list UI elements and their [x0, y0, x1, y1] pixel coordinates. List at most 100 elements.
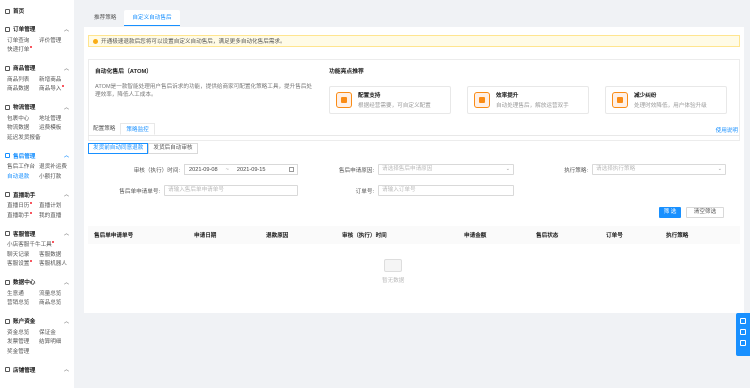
- sidebar-section: 物流管理 ︿ 包裹中心 地址管理 物流数据 运费模板延迟发货报备: [0, 101, 74, 145]
- sidebar-link[interactable]: 奖金管理: [7, 347, 39, 355]
- order-no-input[interactable]: 请输入订单号: [378, 185, 514, 196]
- card-desc: 处理时效降低，用户体验升级: [634, 103, 707, 109]
- sidebar-section-header[interactable]: 账户资金 ︿: [0, 315, 74, 327]
- strategy-select[interactable]: 请选择执行策略 ⌄: [592, 164, 726, 175]
- sidebar-section: 数据中心 ︿ 生意通 流量总览 营销总览 商品总览: [0, 276, 74, 310]
- sidebar-section: 直播助手 ︿ 直播日历 直播计划 直播助手 我的直播: [0, 189, 74, 223]
- sidebar-link[interactable]: 商品列表: [7, 75, 39, 83]
- tab-config-strategy[interactable]: 配置策略: [88, 123, 120, 135]
- sidebar-section: 店铺管理 ︿: [0, 364, 74, 379]
- home-icon: [5, 8, 10, 14]
- sidebar-link[interactable]: 小额打款: [39, 172, 71, 180]
- sidebar-link[interactable]: 直播助手: [7, 211, 39, 219]
- sidebar-link[interactable]: 营销总览: [7, 298, 39, 306]
- sidebar-link[interactable]: 包裹中心: [7, 114, 39, 122]
- calendar-icon: [289, 167, 294, 172]
- order-no-label: 订单号:: [355, 189, 374, 195]
- sidebar-link[interactable]: 评价管理: [39, 36, 71, 44]
- chevron-up-icon: ︿: [63, 367, 69, 373]
- chevron-up-icon: ︿: [63, 65, 69, 72]
- sidebar-link[interactable]: 运费模板: [39, 123, 71, 131]
- sidebar-link[interactable]: 地址管理: [39, 114, 71, 122]
- top-tabs: 推荐策略 自定义自动售后: [86, 10, 180, 26]
- help-icon[interactable]: [740, 340, 746, 346]
- section-title: 物流管理: [13, 105, 36, 111]
- column-header: 执行策略: [666, 233, 689, 239]
- tab-strategy-monitor[interactable]: 策略监控: [120, 123, 155, 135]
- sidebar-section-header[interactable]: 售后管理 ︿: [0, 150, 74, 162]
- date-range-picker[interactable]: 2021-09-08 ~ 2021-09-15: [184, 164, 298, 175]
- sidebar-link[interactable]: 订单查询: [7, 36, 39, 44]
- section-icon: [5, 367, 10, 372]
- sidebar-link[interactable]: 延迟发货报备: [7, 133, 41, 141]
- help-link[interactable]: 使用说明: [716, 126, 738, 134]
- section-icon: [5, 104, 10, 110]
- sidebar-link[interactable]: 结算明细: [39, 337, 71, 345]
- highlight-card-efficiency: 效率提升 自动处理售后，解放运营双手: [467, 86, 589, 114]
- section-title: 商品管理: [13, 66, 36, 72]
- sidebar-link[interactable]: 商品数据: [7, 84, 39, 92]
- sidebar-item-home[interactable]: 首页: [0, 4, 74, 18]
- sidebar-link[interactable]: 我的直播: [39, 211, 71, 219]
- sidebar-section-header[interactable]: 物流管理 ︿: [0, 101, 74, 113]
- sidebar-link[interactable]: 流量总览: [39, 289, 71, 297]
- sidebar-link[interactable]: 快递打单: [7, 45, 39, 53]
- date-start: 2021-09-08: [189, 166, 218, 173]
- sidebar-link[interactable]: 客服设置: [7, 259, 39, 267]
- sidebar-section-header[interactable]: 订单管理 ︿: [0, 23, 74, 35]
- sidebar-link[interactable]: 客服机器人: [39, 259, 71, 267]
- filter-button[interactable]: 筛 选: [659, 207, 681, 218]
- highlight-card-disputes: 减少纠纷 处理时效降低，用户体验升级: [605, 86, 727, 114]
- section-icon: [5, 153, 10, 158]
- sidebar-link[interactable]: 售后工作台: [7, 162, 39, 170]
- sidebar-link[interactable]: 保证金: [39, 328, 71, 336]
- aftersale-no-label: 售后单申请单号:: [119, 189, 160, 195]
- sidebar-link[interactable]: 物流数据: [7, 123, 39, 131]
- sidebar-section-header[interactable]: 商品管理 ︿: [0, 62, 74, 74]
- sidebar-link[interactable]: 商品导入: [39, 84, 71, 92]
- sidebar-section-header[interactable]: 客服管理 ︿: [0, 228, 74, 240]
- sidebar-section-header[interactable]: 直播助手 ︿: [0, 189, 74, 201]
- column-header: 审核（执行）时间: [342, 233, 387, 239]
- empty-text: 暂无数据: [382, 278, 405, 284]
- chevron-up-icon: ︿: [63, 318, 69, 325]
- sidebar-section-header[interactable]: 店铺管理 ︿: [0, 364, 74, 376]
- highlight-card-config: 配置支持 根据经营需要，可自定义配置: [329, 86, 451, 114]
- reason-label: 售后申请原因:: [338, 168, 374, 174]
- tab-recommended-strategy[interactable]: 推荐策略: [86, 10, 124, 26]
- sidebar-link[interactable]: 客服数据: [39, 250, 71, 258]
- sidebar-link[interactable]: 发票管理: [7, 337, 39, 345]
- floating-toolbar: [736, 313, 750, 356]
- sidebar-link[interactable]: 自动退款: [7, 172, 39, 180]
- clear-filter-button[interactable]: 清空筛选: [686, 207, 724, 218]
- atom-title: 自动化售后（ATOM）: [95, 69, 153, 75]
- edit-icon[interactable]: [740, 318, 746, 324]
- notice-text: 开通极速退款后您将可以设置自定义自动售后，满足更多自动化售后需求。: [101, 39, 286, 45]
- sidebar-link[interactable]: 聊天记录: [7, 250, 39, 258]
- sidebar-link[interactable]: 退货补运费: [39, 162, 71, 170]
- sidebar-link[interactable]: 直播日历: [7, 201, 39, 209]
- column-header: 售后单申请单号: [94, 233, 134, 239]
- sidebar-link[interactable]: 生意通: [7, 289, 39, 297]
- sidebar-link[interactable]: 直播计划: [39, 201, 71, 209]
- strategy-subtabs: 配置策略 策略监控: [88, 123, 740, 136]
- sidebar-link[interactable]: 商品总览: [39, 298, 71, 306]
- tab-custom-auto-aftersale[interactable]: 自定义自动售后: [124, 10, 180, 26]
- audit-after-ship-button[interactable]: 发货后自动审核: [148, 143, 198, 154]
- column-header: 售后状态: [536, 233, 559, 239]
- sidebar-section: 客服管理 ︿ 小店客服千牛工具 聊天记录 客服数据 客服设置 客服机器人: [0, 228, 74, 272]
- sidebar-link[interactable]: 资金总览: [7, 328, 39, 336]
- monitor-type-switch: 发货前自动同意退款 发货后自动审核: [88, 143, 198, 154]
- section-icon: [5, 318, 10, 324]
- date-end: 2021-09-15: [236, 166, 266, 173]
- sidebar-link[interactable]: 小店客服千牛工具: [7, 240, 55, 248]
- column-header: 申请金额: [464, 233, 487, 239]
- reason-select[interactable]: 请选择售后申请原因 ⌄: [378, 164, 514, 175]
- message-icon[interactable]: [740, 329, 746, 335]
- aftersale-no-input[interactable]: 请输入售后单申请单号: [164, 185, 298, 196]
- sidebar-section-header[interactable]: 数据中心 ︿: [0, 276, 74, 288]
- refund-before-ship-button[interactable]: 发货前自动同意退款: [88, 143, 149, 154]
- section-title: 账户资金: [13, 319, 36, 325]
- section-icon: [5, 65, 10, 71]
- sidebar-link[interactable]: 新增商品: [39, 75, 71, 83]
